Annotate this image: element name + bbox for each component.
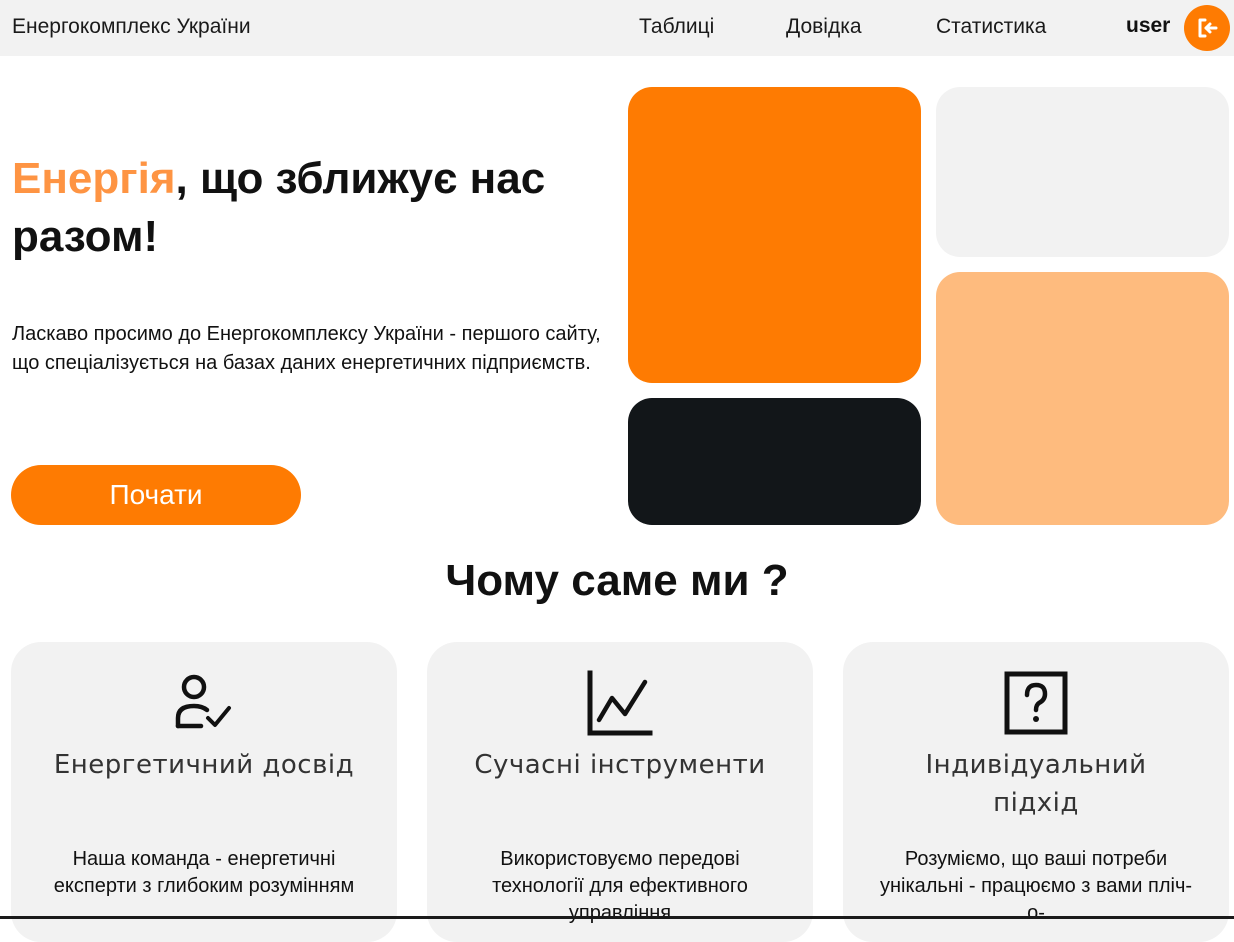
feature-card-title: Сучасні інструменти	[474, 750, 766, 780]
decor-tile-dark	[628, 398, 921, 525]
brand-logo-text[interactable]: Енергокомплекс України	[12, 15, 251, 39]
feature-card-text: Наша команда - енергетичні експерти з гл…	[53, 848, 355, 897]
feature-card-tools: Сучасні інструменти Використовуємо перед…	[427, 642, 813, 942]
nav-link-statistics[interactable]: Статистика	[936, 15, 1046, 39]
logout-button[interactable]	[1184, 5, 1230, 51]
user-name: user	[1126, 14, 1171, 37]
hero-title: Енергія, що зближує нас разом!	[12, 150, 612, 266]
hero-description: Ласкаво просимо до Енергокомплексу Украї…	[12, 323, 601, 374]
hero-title-accent: Енергія	[12, 154, 176, 203]
decor-tile-peach	[936, 272, 1229, 525]
line-chart-icon	[587, 670, 653, 736]
feature-card-title: Енергетичний досвід	[53, 750, 355, 780]
nav-link-help[interactable]: Довідка	[786, 15, 862, 39]
feature-card-individual: Індивідуальний підхід Розуміємо, що ваші…	[843, 642, 1229, 942]
nav-link-tables[interactable]: Таблиці	[639, 15, 714, 39]
section-title-why-us: Чому саме ми ?	[445, 556, 789, 605]
feature-card-text: Розуміємо, що ваші потреби унікальні - п…	[879, 848, 1193, 924]
feature-card-title: Індивідуальний підхід	[925, 750, 1147, 818]
feature-card-experience: Енергетичний досвід Наша команда - енерг…	[11, 642, 397, 942]
logout-icon	[1198, 18, 1218, 38]
feature-card-text: Використовуємо передові технології для е…	[492, 848, 748, 924]
decor-tile-orange	[628, 87, 921, 383]
navbar: Енергокомплекс України Таблиці Довідка С…	[0, 0, 1234, 56]
decor-tile-grey	[936, 87, 1229, 257]
user-check-icon	[175, 674, 231, 729]
start-button[interactable]: Почати	[11, 465, 301, 525]
question-box-icon	[1004, 671, 1068, 735]
